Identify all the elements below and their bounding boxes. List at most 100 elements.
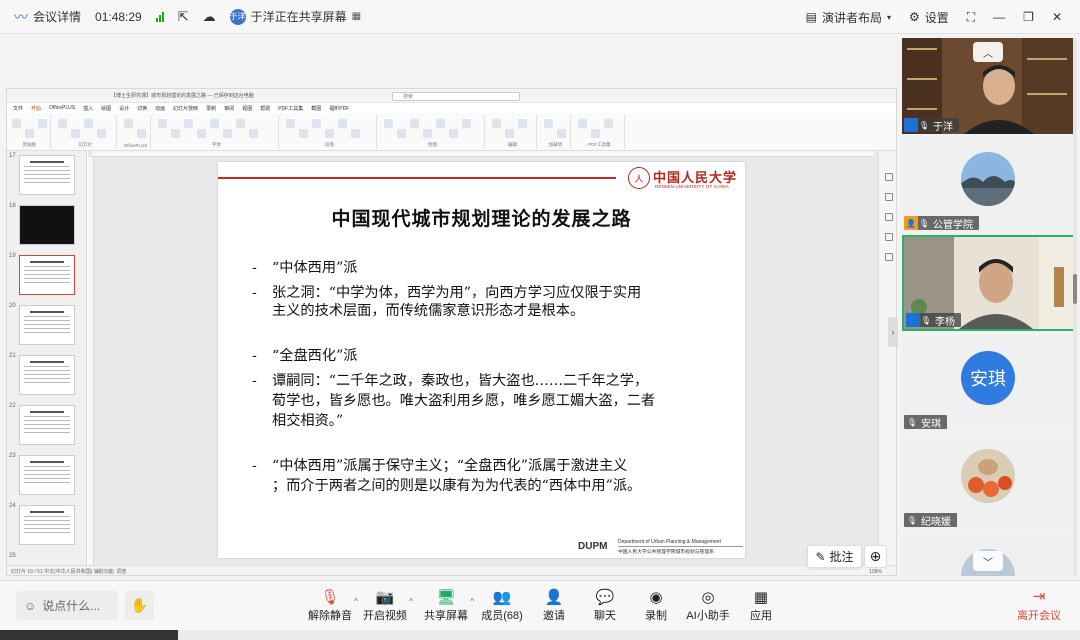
ribbon-button[interactable] (384, 119, 393, 128)
ribbon-button[interactable] (325, 129, 334, 138)
participant-tile[interactable]: ﹀ (902, 533, 1075, 576)
ribbon-button[interactable] (449, 129, 458, 138)
ribbon-button[interactable] (518, 119, 527, 128)
raise-hand-icon[interactable]: ✋ (125, 591, 154, 620)
ribbon-button[interactable] (137, 129, 146, 138)
ribbon-button[interactable] (249, 129, 258, 138)
close-icon[interactable]: ✕ (1052, 10, 1062, 24)
slide-thumbnail[interactable] (19, 355, 75, 395)
fullscreen-icon[interactable]: ⛶ (967, 10, 975, 25)
ppt-menu-item[interactable]: 福昕PDF (329, 105, 349, 112)
ribbon-button[interactable] (71, 129, 80, 138)
restore-icon[interactable]: ❐ (1023, 10, 1034, 24)
ribbon-button[interactable] (591, 129, 600, 138)
ribbon-button[interactable] (124, 119, 133, 128)
ribbon-button[interactable] (197, 129, 206, 138)
ribbon-button[interactable] (158, 119, 167, 128)
speaker-layout-button[interactable]: ▤ 演讲者布局 ▾ (806, 9, 891, 26)
participant-tile-speaking[interactable]: 👤 🎙 李杨 (902, 235, 1075, 331)
slide-thumbnail[interactable] (19, 155, 75, 195)
ribbon-button[interactable] (544, 119, 553, 128)
ppt-menu-item[interactable]: 开始 (31, 105, 41, 112)
ppt-menu-item[interactable]: 动画 (155, 105, 165, 112)
ribbon-button[interactable] (12, 119, 21, 128)
ppt-menu-item[interactable]: 设计 (119, 105, 129, 112)
slide-thumbnail[interactable] (19, 505, 75, 545)
apps-button[interactable]: ▦ 应用 (731, 587, 791, 627)
leave-meeting-button[interactable]: ⇥ 离开会议 (1014, 587, 1064, 627)
ribbon-button[interactable] (58, 119, 67, 128)
panel-icon[interactable] (885, 213, 893, 221)
ribbon-button[interactable] (410, 119, 419, 128)
start-video-button[interactable]: 📷 开启视频 ^ (355, 587, 415, 627)
participant-scrollbar[interactable] (1073, 38, 1077, 576)
ribbon-button[interactable] (97, 129, 106, 138)
ppt-menu-item[interactable]: OfficePLUS (49, 105, 75, 111)
participant-tile[interactable]: 👤 🎙 公管学院 (902, 136, 1075, 232)
ribbon-button[interactable] (492, 119, 501, 128)
participant-tile[interactable]: ︿ 👤 🎙 于洋 (902, 38, 1075, 134)
panel-icon[interactable] (885, 253, 893, 261)
ppt-menu-item[interactable]: 幻灯片放映 (173, 105, 198, 112)
panel-icon[interactable] (885, 233, 893, 241)
panel-icon[interactable] (885, 173, 893, 181)
scroll-up-button[interactable]: ︿ (973, 42, 1003, 62)
ribbon-button[interactable] (171, 129, 180, 138)
participant-tile[interactable]: 安琪 🎙 安琪 (902, 335, 1075, 431)
ai-assistant-button[interactable]: ◎ AI小助手 (678, 587, 738, 627)
ribbon-button[interactable] (84, 119, 93, 128)
ribbon-button[interactable] (338, 119, 347, 128)
ribbon-button[interactable] (223, 129, 232, 138)
minimize-icon[interactable]: — (993, 10, 1005, 24)
slide-thumbnail[interactable] (19, 305, 75, 345)
ribbon-button[interactable] (38, 119, 47, 128)
chat-input[interactable]: ☺ 说点什么... (16, 591, 118, 620)
ppt-menu-item[interactable]: 插入 (83, 105, 93, 112)
unmute-button[interactable]: 🎙 解除静音 ^ (300, 587, 360, 627)
ribbon-button[interactable] (578, 119, 587, 128)
ribbon-button[interactable] (25, 129, 34, 138)
slide-thumbnail[interactable] (19, 405, 75, 445)
panel-icon[interactable] (885, 193, 893, 201)
ppt-menu-item[interactable]: 文件 (13, 105, 23, 112)
ppt-menu-item[interactable]: 审阅 (224, 105, 234, 112)
ribbon-button[interactable] (184, 119, 193, 128)
chevron-up-icon[interactable]: ^ (409, 597, 413, 606)
ribbon-button[interactable] (351, 129, 360, 138)
slide-thumbnail[interactable] (19, 455, 75, 495)
ppt-menu-item[interactable]: 截图 (311, 105, 321, 112)
panel-collapse-toggle[interactable]: › (888, 317, 898, 347)
ribbon-button[interactable] (436, 119, 445, 128)
record-button[interactable]: ◉ 录制 (626, 587, 686, 627)
slide-thumbnail[interactable] (19, 205, 75, 245)
ribbon-button[interactable] (299, 129, 308, 138)
ppt-menu-item[interactable]: 录制 (206, 105, 216, 112)
ribbon-button[interactable] (236, 119, 245, 128)
sharing-indicator[interactable]: 于洋 于洋正在共享屏幕 ▦ (229, 8, 361, 25)
ppt-menu-item[interactable]: 切换 (137, 105, 147, 112)
external-link-icon[interactable]: ⇱ (178, 9, 189, 25)
ppt-menu-item[interactable]: PDF工具集 (278, 105, 303, 112)
ribbon-button[interactable] (312, 119, 321, 128)
ribbon-button[interactable] (462, 119, 471, 128)
annotate-button[interactable]: ✎ 批注 (807, 545, 862, 568)
ribbon-button[interactable] (423, 129, 432, 138)
ribbon-button[interactable] (286, 119, 295, 128)
cloud-icon[interactable]: ☁ (203, 9, 216, 25)
settings-button[interactable]: ⚙ 设置 (909, 9, 949, 26)
ppt-menu-item[interactable]: 帮助 (260, 105, 270, 112)
meeting-details-button[interactable]: 〰 会议详情 (14, 7, 81, 27)
zoom-icon[interactable]: ⊕ (864, 545, 887, 568)
network-signal-icon[interactable] (155, 11, 164, 22)
ribbon-button[interactable] (397, 129, 406, 138)
participant-tile[interactable]: 🎙 纪晓媛 (902, 433, 1075, 529)
ppt-menu-item[interactable]: 绘图 (101, 105, 111, 112)
share-screen-button[interactable]: 🖥 共享屏幕 ^ (416, 587, 476, 627)
ribbon-button[interactable] (604, 119, 613, 128)
ppt-menu-item[interactable]: 视图 (242, 105, 252, 112)
slide-thumbnail[interactable] (19, 255, 75, 295)
ppt-search-box[interactable]: 搜索 (392, 92, 520, 101)
members-button[interactable]: 👥 成员(68) (472, 587, 532, 627)
ribbon-button[interactable] (505, 129, 514, 138)
ribbon-button[interactable] (210, 119, 219, 128)
